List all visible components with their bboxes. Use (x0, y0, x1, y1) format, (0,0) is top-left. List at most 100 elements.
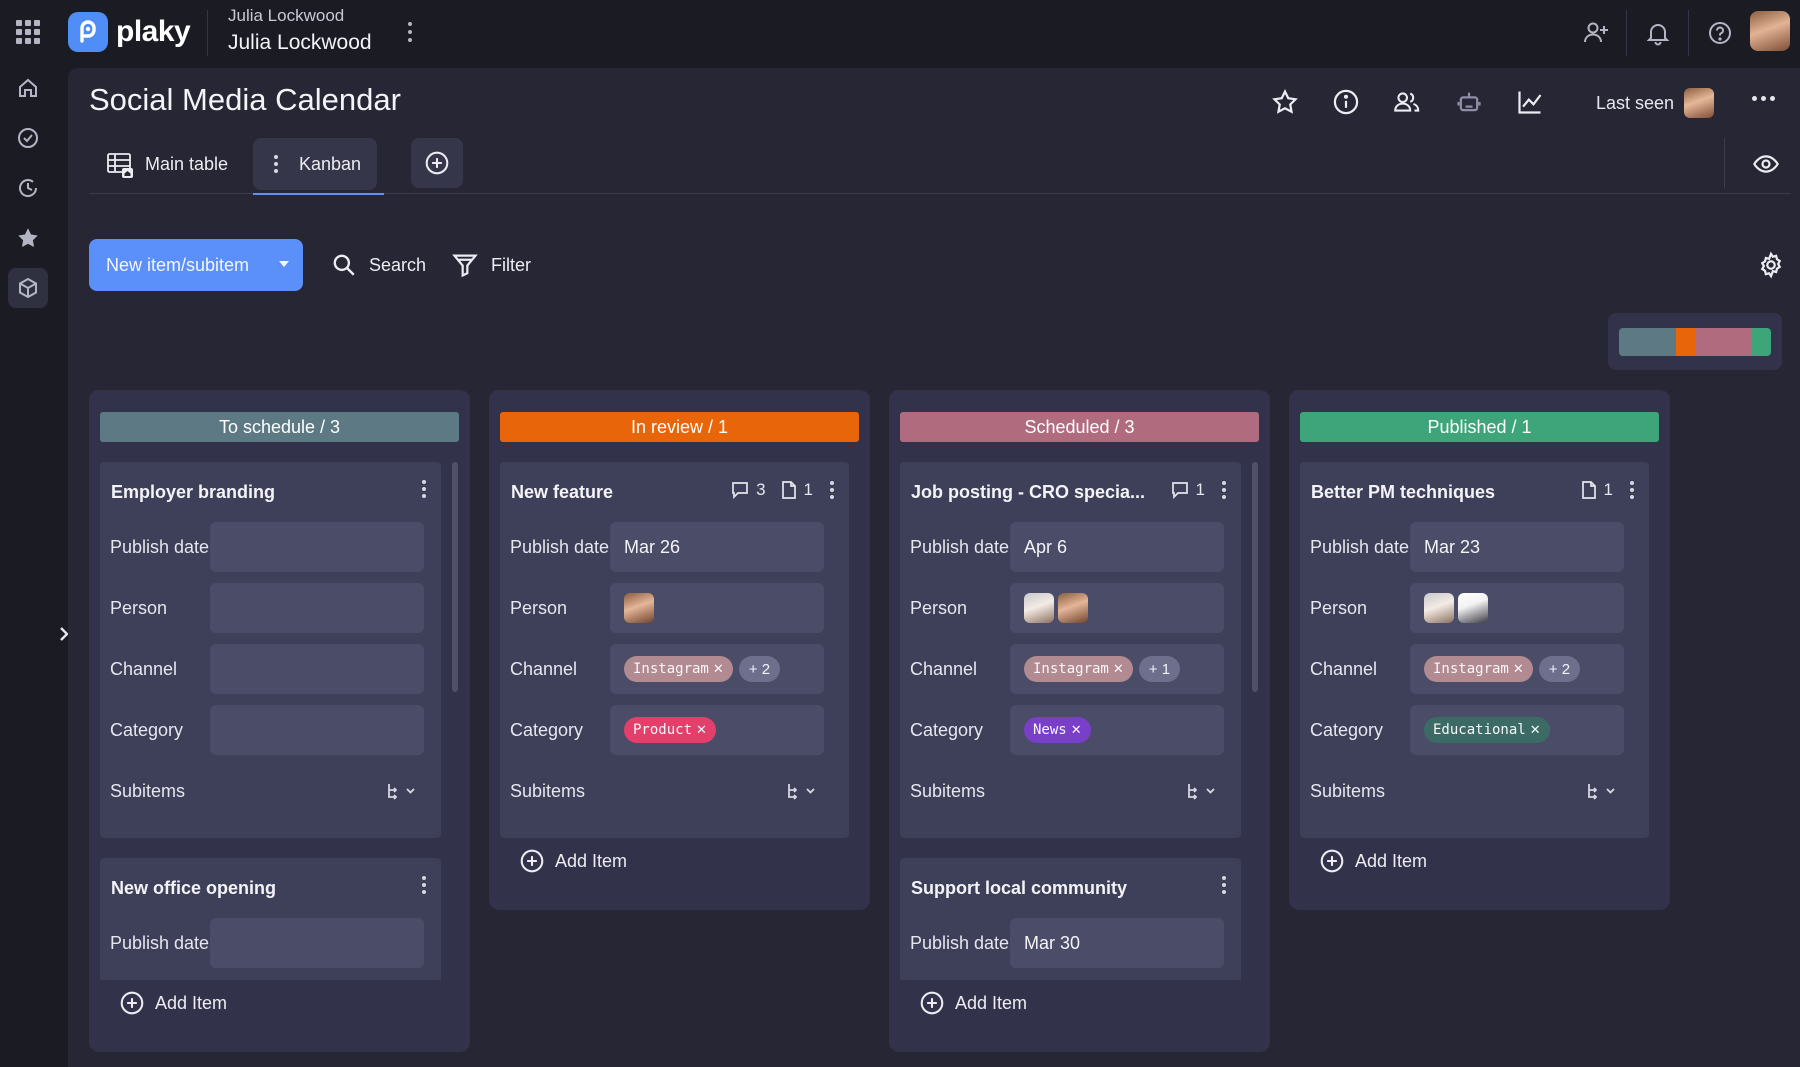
add-item-button[interactable]: Add Item (1319, 848, 1427, 874)
files-count[interactable]: 1 (780, 480, 813, 500)
person-avatar[interactable] (624, 593, 654, 623)
remove-tag-icon[interactable]: ✕ (1530, 723, 1541, 738)
files-count[interactable]: 1 (1580, 480, 1613, 500)
category-input[interactable]: News ✕ (1010, 705, 1224, 755)
filter-button[interactable]: Filter (451, 239, 531, 291)
column-header[interactable]: To schedule / 3 (100, 412, 459, 442)
card-title[interactable]: New feature (511, 482, 613, 503)
card-menu-icon[interactable] (1219, 876, 1229, 894)
app-grid-icon[interactable] (16, 20, 40, 44)
card-menu-icon[interactable] (827, 481, 837, 499)
home-icon[interactable] (8, 68, 48, 108)
more-options-icon[interactable] (1752, 96, 1775, 101)
channel-input[interactable] (210, 644, 424, 694)
invite-user-icon[interactable] (1579, 16, 1613, 50)
person-avatar[interactable] (1458, 593, 1488, 623)
channel-input[interactable]: Instagram ✕ + 2 (1410, 644, 1624, 694)
category-input[interactable]: Educational ✕ (1410, 705, 1624, 755)
remove-tag-icon[interactable]: ✕ (1071, 723, 1082, 738)
channel-tag[interactable]: Instagram ✕ (1424, 656, 1533, 682)
channel-tag[interactable]: Instagram ✕ (624, 656, 733, 682)
dropdown-caret-icon[interactable] (279, 261, 289, 267)
remove-tag-icon[interactable]: ✕ (1513, 662, 1524, 677)
card-menu-icon[interactable] (419, 876, 429, 894)
comments-count[interactable]: 3 (730, 480, 766, 500)
user-avatar[interactable] (1750, 11, 1790, 51)
add-item-button[interactable]: Add Item (919, 990, 1027, 1016)
eye-icon[interactable] (1748, 146, 1784, 182)
category-input[interactable] (210, 705, 424, 755)
tab-menu-icon[interactable] (271, 155, 281, 173)
person-input[interactable] (610, 583, 824, 633)
kanban-card[interactable]: Better PM techniques 1 Publish date Mar … (1300, 462, 1649, 838)
publish-date-input[interactable] (210, 522, 424, 572)
new-item-button[interactable]: New item/subitem (89, 239, 303, 291)
kanban-card[interactable]: New feature 3 1 Publish date Mar 26 Pers… (500, 462, 849, 838)
more-tags-badge[interactable]: + 2 (738, 656, 781, 682)
card-title[interactable]: Job posting - CRO specia... (911, 482, 1145, 503)
more-tags-badge[interactable]: + 2 (1538, 656, 1581, 682)
category-tag[interactable]: News ✕ (1024, 717, 1091, 743)
subitems-toggle[interactable] (210, 766, 424, 816)
kanban-card[interactable]: Support local community Publish date Mar… (900, 858, 1241, 980)
kanban-card[interactable]: Employer branding Publish date Person Ch… (100, 462, 441, 838)
recent-icon[interactable] (8, 168, 48, 208)
category-input[interactable]: Product ✕ (610, 705, 824, 755)
search-button[interactable]: Search (331, 239, 426, 291)
card-menu-icon[interactable] (419, 480, 429, 498)
workspace-switcher[interactable]: Julia Lockwood Julia Lockwood (228, 6, 372, 55)
favorites-star-icon[interactable] (8, 218, 48, 258)
add-view-button[interactable] (411, 138, 463, 188)
settings-gear-icon[interactable] (1753, 247, 1789, 283)
card-title[interactable]: Better PM techniques (1311, 482, 1495, 503)
members-icon[interactable] (1389, 84, 1425, 120)
bell-icon[interactable] (1641, 16, 1675, 50)
person-avatar[interactable] (1058, 593, 1088, 623)
remove-tag-icon[interactable]: ✕ (713, 662, 724, 677)
status-summary-bar[interactable] (1608, 313, 1782, 370)
remove-tag-icon[interactable]: ✕ (1113, 662, 1124, 677)
publish-date-input[interactable] (210, 918, 424, 968)
card-menu-icon[interactable] (1219, 481, 1229, 499)
add-item-button[interactable]: Add Item (519, 848, 627, 874)
card-title[interactable]: Employer branding (111, 482, 275, 503)
workspace-menu-icon[interactable] (400, 18, 420, 46)
publish-date-input[interactable]: Mar 23 (1410, 522, 1624, 572)
column-header[interactable]: In review / 1 (500, 412, 859, 442)
card-title[interactable]: Support local community (911, 878, 1127, 899)
channel-input[interactable]: Instagram ✕ + 2 (610, 644, 824, 694)
automation-robot-icon[interactable] (1451, 84, 1487, 120)
channel-tag[interactable]: Instagram ✕ (1024, 656, 1133, 682)
category-tag[interactable]: Product ✕ (624, 717, 716, 743)
plaky-logo[interactable]: plaky (68, 12, 191, 52)
tab-main-table[interactable]: Main table (89, 138, 244, 190)
comments-count[interactable]: 1 (1170, 480, 1205, 500)
activity-chart-icon[interactable] (1512, 84, 1548, 120)
tab-kanban[interactable]: Kanban (253, 138, 378, 190)
favorite-star-icon[interactable] (1267, 84, 1303, 120)
card-menu-icon[interactable] (1627, 481, 1637, 499)
subitems-toggle[interactable] (1410, 766, 1624, 816)
publish-date-input[interactable]: Apr 6 (1010, 522, 1224, 572)
remove-tag-icon[interactable]: ✕ (696, 723, 707, 738)
more-tags-badge[interactable]: + 1 (1138, 656, 1181, 682)
info-icon[interactable] (1328, 84, 1364, 120)
kanban-card[interactable]: New office opening Publish date (100, 858, 441, 980)
person-input[interactable] (1010, 583, 1224, 633)
scrollbar[interactable] (1252, 462, 1258, 692)
card-title[interactable]: New office opening (111, 878, 276, 899)
person-avatar[interactable] (1024, 593, 1054, 623)
subitems-toggle[interactable] (610, 766, 824, 816)
publish-date-input[interactable]: Mar 26 (610, 522, 824, 572)
help-icon[interactable] (1703, 16, 1737, 50)
category-tag[interactable]: Educational ✕ (1424, 717, 1550, 743)
column-header[interactable]: Scheduled / 3 (900, 412, 1259, 442)
person-input[interactable] (210, 583, 424, 633)
workspace-box-icon[interactable] (8, 268, 48, 308)
person-input[interactable] (1410, 583, 1624, 633)
kanban-card[interactable]: Job posting - CRO specia... 1 Publish da… (900, 462, 1241, 838)
add-item-button[interactable]: Add Item (119, 990, 227, 1016)
column-header[interactable]: Published / 1 (1300, 412, 1659, 442)
person-avatar[interactable] (1424, 593, 1454, 623)
scrollbar[interactable] (452, 462, 458, 692)
